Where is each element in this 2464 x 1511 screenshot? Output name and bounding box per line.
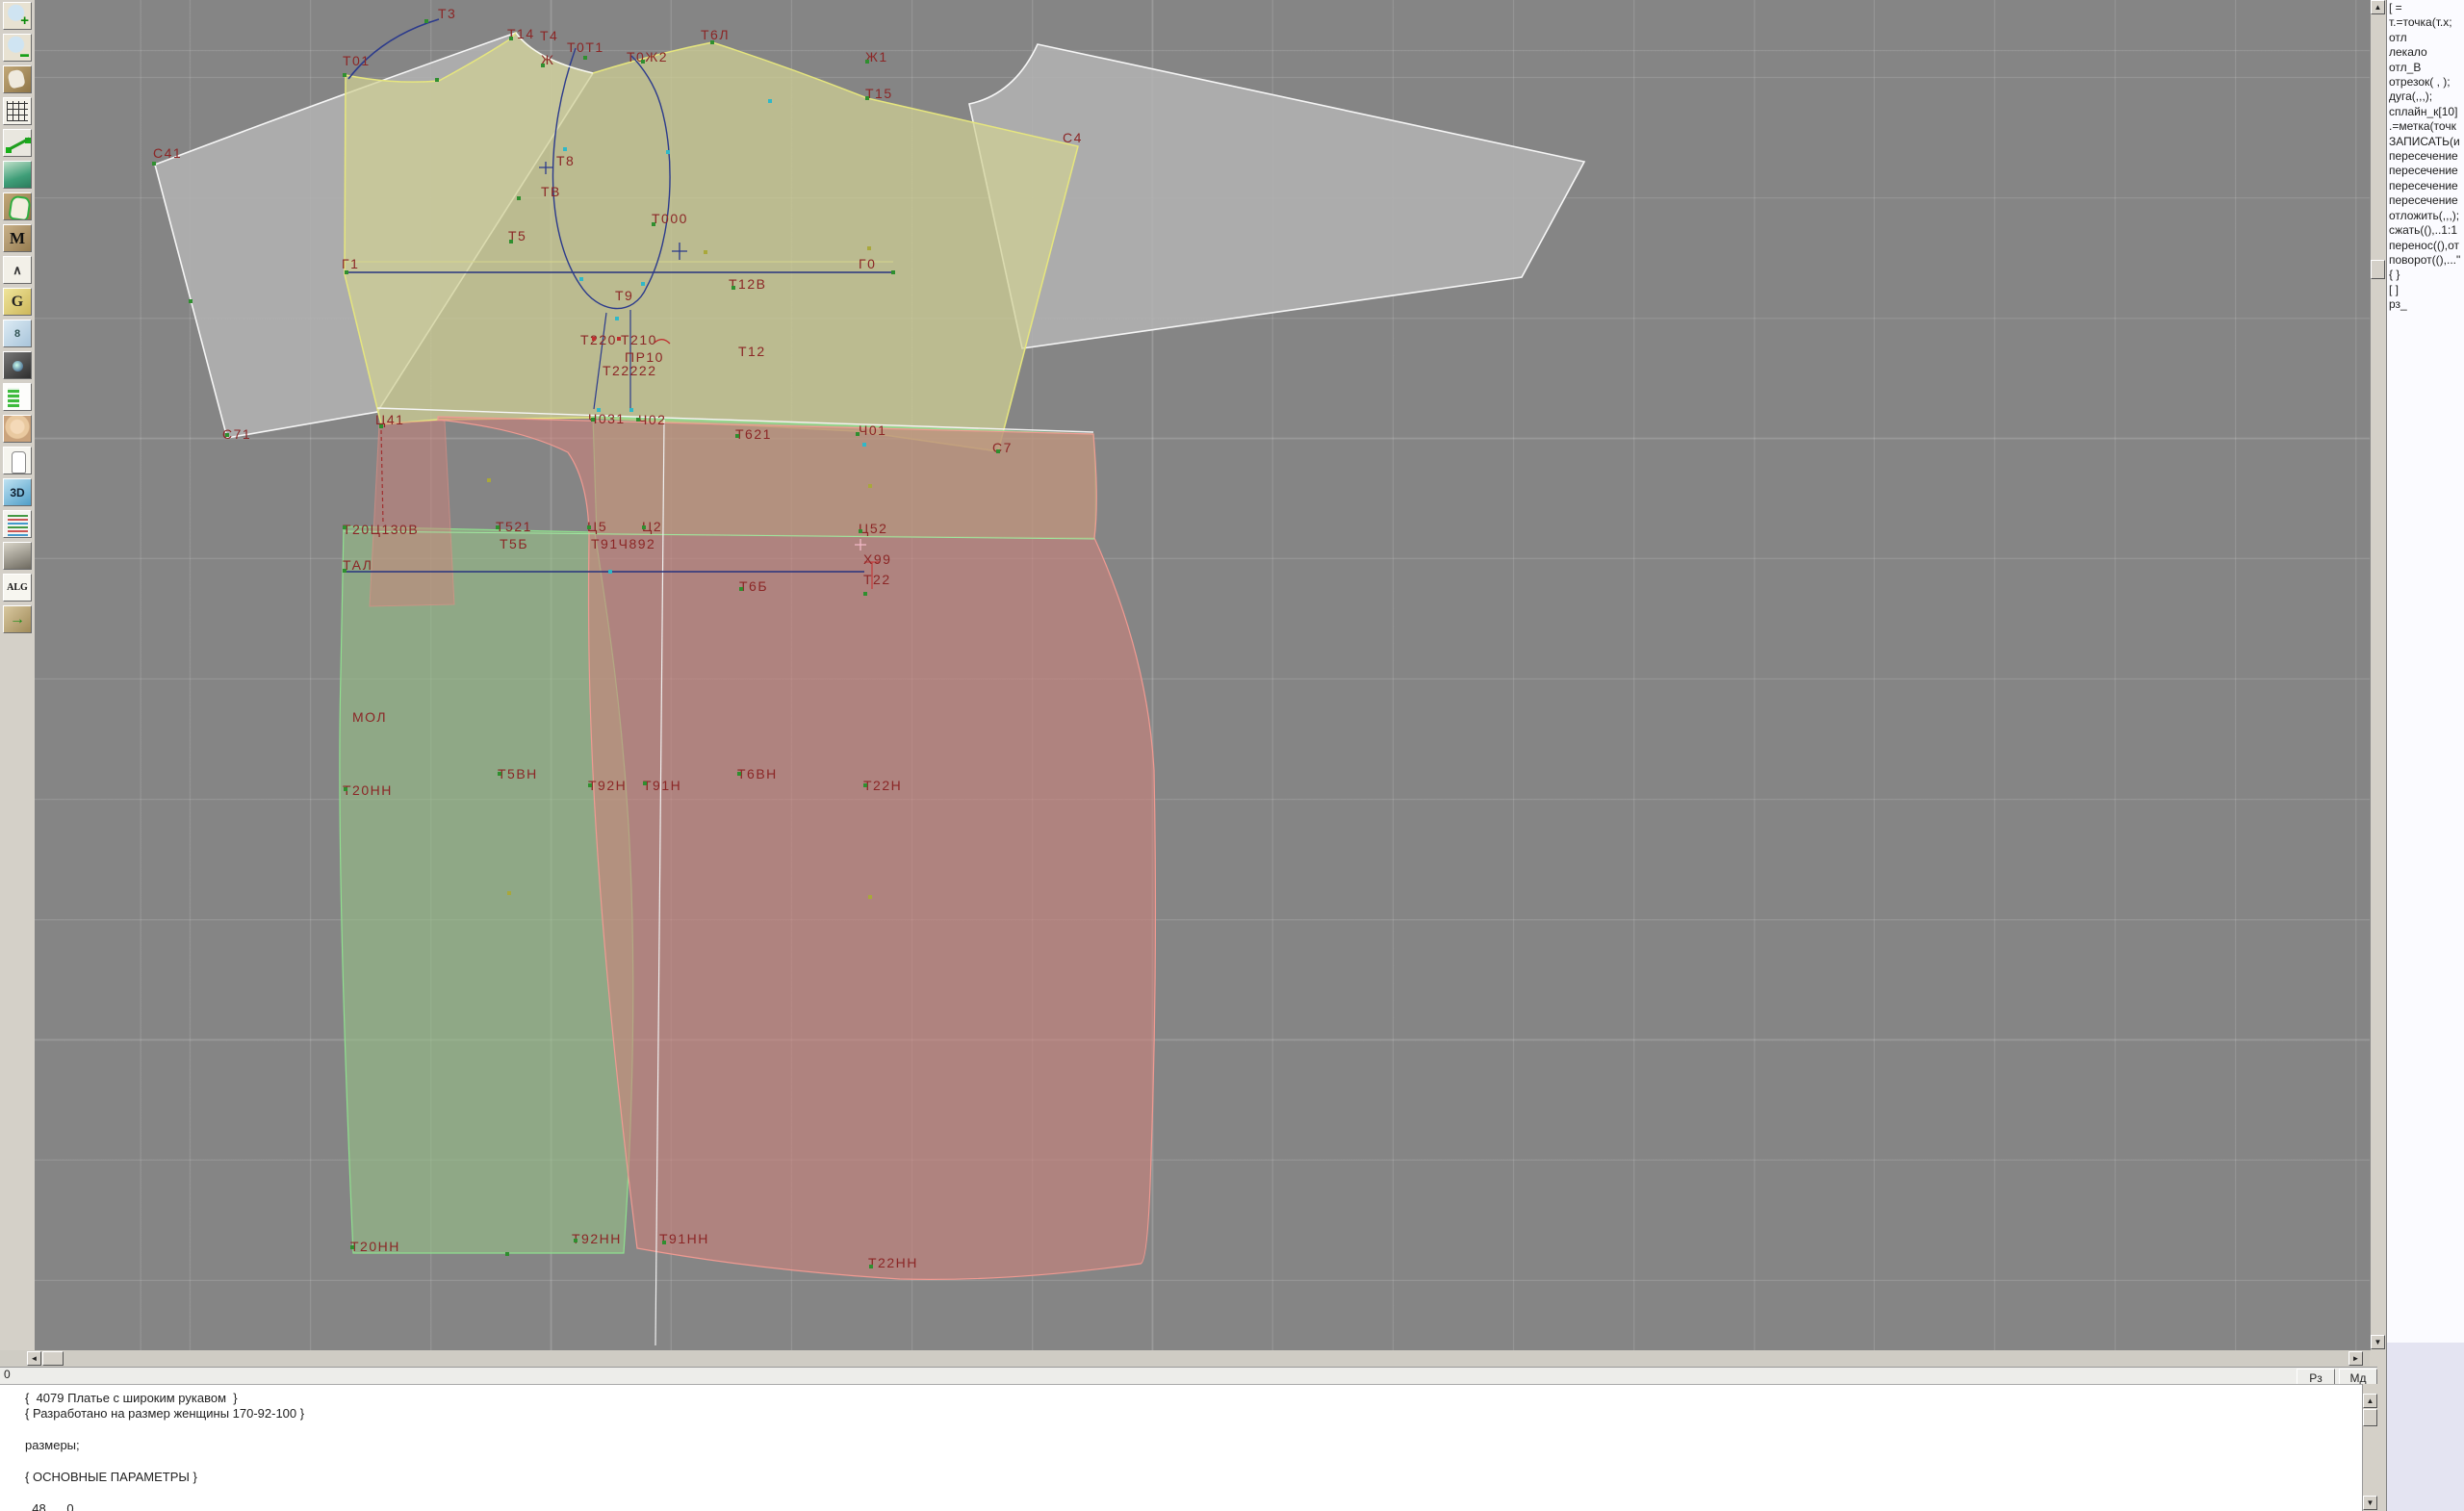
command-item[interactable]: отл_В	[2389, 61, 2464, 75]
doc-line: { ОСНОВНЫЕ ПАРАМЕТРЫ }	[25, 1470, 304, 1485]
pattern-cad-window: { "toolbar": { "icons": [ {"name":"zoom-…	[0, 0, 2464, 1511]
doc-scroll-up-icon[interactable]: ▲	[2363, 1394, 2377, 1408]
command-item[interactable]: сжать((),..1:1	[2389, 223, 2464, 238]
materials-icon[interactable]	[3, 542, 32, 570]
document-text-area[interactable]: { 4079 Платье с широким рукавом }{ Разра…	[0, 1384, 2362, 1511]
command-item[interactable]: отложить(,,,);	[2389, 209, 2464, 223]
zoom-out-icon[interactable]	[3, 34, 32, 62]
command-item[interactable]: рз_	[2389, 297, 2464, 312]
status-text: 0	[4, 1368, 11, 1381]
pattern-search-icon[interactable]	[3, 65, 32, 93]
doc-line: { 4079 Платье с широким рукавом }	[25, 1391, 304, 1406]
vscroll-thumb[interactable]	[2371, 260, 2385, 279]
command-item[interactable]: сплайн_к[10]	[2389, 105, 2464, 119]
doc-scroll-down-icon[interactable]: ▼	[2363, 1496, 2377, 1510]
scroll-down-icon[interactable]: ▼	[2371, 1335, 2385, 1349]
drawing-canvas[interactable]: Т3Т01Т14Т4ЖТ0Т1Т0Ж2Т6ЛЖ1Т15С4С41Т8ТВТ5Т0…	[35, 0, 2370, 1350]
command-item[interactable]: отл	[2389, 31, 2464, 45]
command-item[interactable]: перенос((),от	[2389, 239, 2464, 253]
doc-line: { Разработано на размер женщины 170-92-1…	[25, 1406, 304, 1421]
command-panel-footer	[2387, 1343, 2464, 1511]
command-item[interactable]: пересечение	[2389, 179, 2464, 193]
command-item[interactable]: т.=точка(т.х;	[2389, 15, 2464, 30]
command-item[interactable]: поворот((),..."	[2389, 253, 2464, 268]
document-lines: { 4079 Платье с широким рукавом }{ Разра…	[25, 1391, 304, 1511]
command-item[interactable]: { }	[2389, 268, 2464, 282]
doc-line	[25, 1422, 304, 1438]
doc-line: размеры;	[25, 1438, 304, 1453]
ruler-icon[interactable]: 8	[3, 320, 32, 347]
segment-icon[interactable]	[3, 129, 32, 157]
status-bar: 0	[0, 1367, 2377, 1384]
command-item[interactable]: ЗАПИСАТЬ(и	[2389, 135, 2464, 149]
scroll-left-icon[interactable]: ◄	[27, 1351, 41, 1366]
command-list: [ =т.=точка(т.х;отллекалоотл_Вотрезок( ,…	[2389, 1, 2464, 313]
command-item[interactable]: .=метка(точк	[2389, 119, 2464, 134]
alg-icon[interactable]: ALG	[3, 574, 32, 602]
zoom-in-icon[interactable]	[3, 2, 32, 30]
pattern-piece-icon[interactable]	[3, 192, 32, 220]
size-table-icon[interactable]	[3, 383, 32, 411]
command-item[interactable]: отрезок( , );	[2389, 75, 2464, 90]
camera-icon[interactable]	[3, 351, 32, 379]
left-toolbar: M ∧ G 8 3D ALG →	[0, 0, 36, 1511]
command-item[interactable]: пересечение	[2389, 164, 2464, 178]
command-item[interactable]: лекало	[2389, 45, 2464, 60]
compass-icon[interactable]: ∧	[3, 256, 32, 284]
command-item[interactable]: пересечение	[2389, 149, 2464, 164]
pattern-m-icon[interactable]: M	[3, 224, 32, 252]
doc-line	[25, 1454, 304, 1470]
command-item[interactable]: [ =	[2389, 1, 2464, 15]
exit-icon[interactable]: →	[3, 605, 32, 633]
scroll-right-icon[interactable]: ►	[2348, 1351, 2363, 1366]
doc-line	[25, 1485, 304, 1500]
command-item[interactable]: [ ]	[2389, 283, 2464, 297]
canvas-hscrollbar[interactable]: ◄ ►	[0, 1350, 2370, 1367]
garment-icon[interactable]	[3, 447, 32, 474]
canvas-vscrollbar[interactable]: ▲ ▼	[2370, 0, 2386, 1350]
3d-icon[interactable]: 3D	[3, 478, 32, 506]
scroll-up-icon[interactable]: ▲	[2371, 0, 2385, 14]
doc-vscroll-thumb[interactable]	[2363, 1409, 2377, 1426]
model-photo-icon[interactable]	[3, 415, 32, 443]
bodice-piece[interactable]	[345, 33, 1078, 451]
image-icon[interactable]	[3, 161, 32, 189]
list-icon[interactable]	[3, 510, 32, 538]
doc-line: 48 0	[25, 1501, 304, 1511]
command-item[interactable]: дуга(,,,);	[2389, 90, 2464, 104]
command-item[interactable]: пересечение	[2389, 193, 2464, 208]
pattern-drawing	[35, 0, 2370, 1350]
grid-icon[interactable]	[3, 97, 32, 125]
hscroll-thumb[interactable]	[42, 1351, 64, 1366]
doc-vscrollbar[interactable]: ▲ ▼	[2362, 1384, 2378, 1511]
g-tool-icon[interactable]: G	[3, 288, 32, 316]
command-panel[interactable]: [ =т.=точка(т.х;отллекалоотл_Вотрезок( ,…	[2386, 0, 2464, 1511]
